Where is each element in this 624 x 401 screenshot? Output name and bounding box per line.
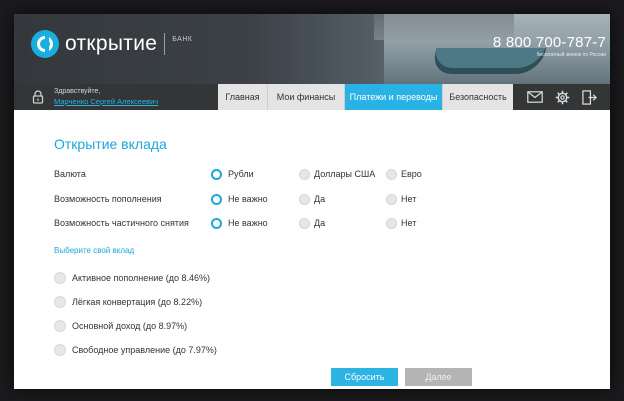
brand-name: открытие	[65, 32, 158, 55]
deposit-active-label: Активное пополнение (до 8.46%)	[72, 273, 211, 283]
deposit-conversion-label: Лёгкая конвертация (до 8.22%)	[72, 297, 203, 307]
user-info: Здравствуйте, Марченко Сергей Алексеевич	[54, 87, 158, 107]
page-title: Открытие вклада	[54, 136, 167, 152]
radio-withdraw-any[interactable]	[211, 218, 222, 229]
lock-icon	[32, 90, 44, 104]
bank-window: открытие БАНК 8 800 700-787-7 бесплатный…	[14, 14, 610, 389]
logout-icon[interactable]	[580, 88, 598, 106]
tab-home[interactable]: Главная	[218, 84, 268, 110]
radio-replenish-any[interactable]	[211, 194, 222, 205]
logo-divider	[164, 33, 166, 55]
option-eur-label: Евро	[401, 169, 422, 179]
option-replenish-any-label: Не важно	[228, 194, 268, 204]
next-button[interactable]: Далее	[405, 368, 472, 386]
deposit-free-label: Свободное управление (до 7.97%)	[72, 345, 217, 355]
radio-replenish-no[interactable]	[386, 194, 397, 205]
radio-withdraw-no[interactable]	[386, 218, 397, 229]
mail-icon[interactable]	[526, 88, 544, 106]
option-withdraw-no-label: Нет	[401, 218, 417, 228]
bank-logo[interactable]: открытие БАНК	[31, 30, 192, 58]
reset-button[interactable]: Сбросить	[331, 368, 398, 386]
radio-currency-usd[interactable]	[299, 169, 310, 180]
radio-currency-rub[interactable]	[211, 169, 222, 180]
user-block: Здравствуйте, Марченко Сергей Алексеевич	[14, 84, 218, 110]
option-rub-label: Рубли	[228, 169, 254, 179]
option-withdraw-yes-label: Да	[314, 218, 326, 228]
main-tabs: Главная Мои финансы Платежи и переводы Б…	[218, 84, 513, 110]
radio-deposit-active[interactable]	[54, 272, 66, 284]
radio-deposit-free[interactable]	[54, 344, 66, 356]
user-name-link[interactable]: Марченко Сергей Алексеевич	[54, 97, 158, 107]
tab-my-finances[interactable]: Мои финансы	[268, 84, 345, 110]
phone-note: бесплатный звонок по России	[536, 52, 606, 58]
phone-block: 8 800 700-787-7 бесплатный звонок по Рос…	[493, 34, 606, 58]
option-replenish-no-label: Нет	[401, 194, 417, 204]
option-usd-label: Доллары США	[314, 169, 376, 179]
tab-security[interactable]: Безопасность	[443, 84, 513, 110]
settings-icon[interactable]	[553, 88, 571, 106]
deposit-income-label: Основной доход (до 8.97%)	[72, 321, 188, 331]
currency-label: Валюта	[54, 169, 86, 179]
phone-number: 8 800 700-787-7	[492, 34, 606, 51]
nav-icons	[526, 84, 607, 110]
option-withdraw-any-label: Не важно	[228, 218, 268, 228]
nav-bar: Здравствуйте, Марченко Сергей Алексеевич…	[14, 84, 610, 110]
radio-deposit-income[interactable]	[54, 320, 66, 332]
logo-icon	[31, 30, 59, 58]
user-greeting: Здравствуйте,	[54, 88, 101, 95]
tab-payments[interactable]: Платежи и переводы	[345, 84, 443, 110]
replenish-label: Возможность пополнения	[54, 194, 162, 204]
radio-deposit-conversion[interactable]	[54, 296, 66, 308]
header-banner: открытие БАНК 8 800 700-787-7 бесплатный…	[14, 14, 610, 84]
radio-replenish-yes[interactable]	[299, 194, 310, 205]
radio-currency-eur[interactable]	[386, 169, 397, 180]
option-replenish-yes-label: Да	[314, 194, 326, 204]
withdrawal-label: Возможность частичного снятия	[54, 218, 189, 228]
radio-withdraw-yes[interactable]	[299, 218, 310, 229]
brand-suffix: БАНК	[172, 36, 193, 43]
choose-deposit-link[interactable]: Выберите свой вклад	[54, 246, 134, 255]
